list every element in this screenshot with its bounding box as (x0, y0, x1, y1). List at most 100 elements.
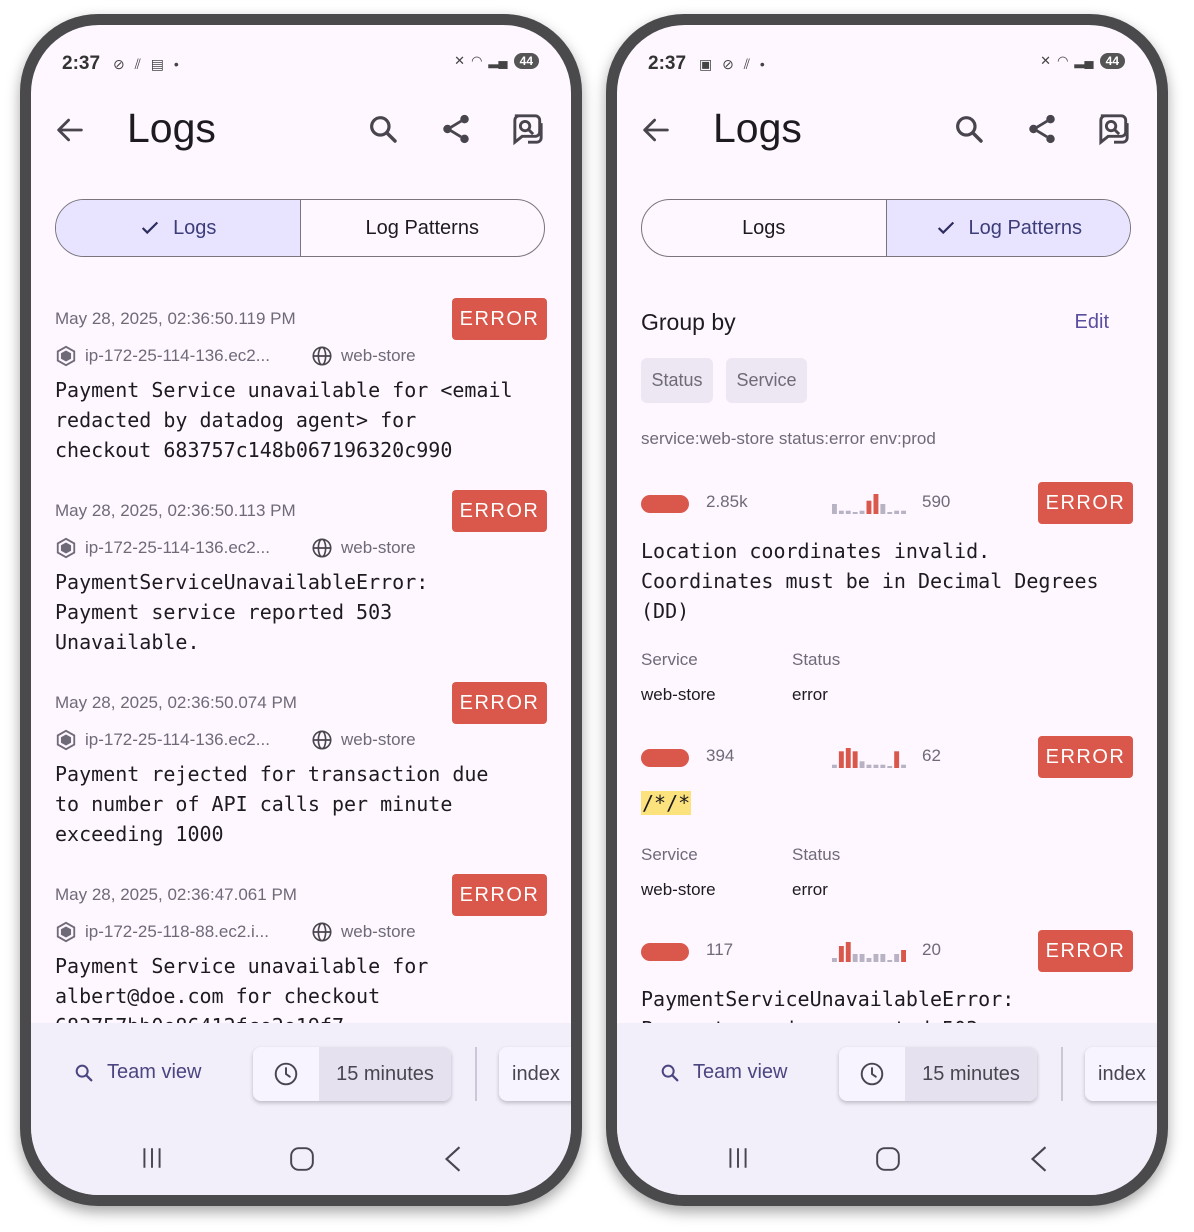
screen-logs: 2:37 ⊘ ⫽ ▤ • ✕ ◠ ▂▄ 44 Logs Logs Log Pat… (31, 25, 571, 1195)
nav-back-icon[interactable] (1029, 1145, 1049, 1173)
tab-logs[interactable]: Logs (56, 200, 300, 256)
log-entry[interactable]: May 28, 2025, 02:36:50.119 PM ERROR ip-1… (55, 297, 547, 489)
spark-bar (873, 764, 879, 768)
edit-group-by-button[interactable]: Edit (1075, 311, 1109, 334)
group-by-label: Group by (641, 309, 736, 335)
pattern-header: 2.85k 590 ERROR (641, 482, 1133, 526)
status-bar: 2:37 ⊘ ⫽ ▤ • ✕ ◠ ▂▄ 44 (31, 49, 571, 83)
tab-log-patterns[interactable]: Log Patterns (885, 200, 1130, 256)
status-badge: ERROR (452, 490, 547, 532)
search-icon[interactable] (953, 113, 985, 145)
feedback-icon[interactable] (1095, 111, 1133, 147)
log-host: ip-172-25-114-136.ec2... (85, 346, 270, 365)
index-chip[interactable]: index (1085, 1047, 1157, 1101)
spark-bar (894, 510, 900, 514)
status-badge: ERROR (1038, 930, 1133, 972)
bottom-toolbar: Team view 15 minutes index (617, 1023, 1157, 1195)
host-icon (56, 921, 76, 943)
status-badge: ERROR (1038, 482, 1133, 524)
pattern-count: 394 (706, 746, 735, 765)
home-icon[interactable] (875, 1146, 901, 1172)
feedback-icon[interactable] (509, 111, 547, 147)
time-range-label[interactable]: 15 minutes (905, 1047, 1037, 1101)
log-host: ip-172-25-114-136.ec2... (85, 730, 270, 749)
attr-service-value: web-store (641, 685, 716, 704)
pattern-item[interactable]: 394 62 ERROR /*/* Service Status web-sto… (641, 736, 1133, 926)
log-message: PaymentServiceUnavailableError: Payment … (55, 570, 429, 654)
spark-bar (832, 504, 837, 514)
view-toggle: Logs Log Patterns (641, 199, 1131, 257)
share-icon[interactable] (439, 111, 473, 147)
phone-frame-left: 2:37 ⊘ ⫽ ▤ • ✕ ◠ ▂▄ 44 Logs Logs Log Pat… (20, 14, 582, 1206)
log-timestamp: May 28, 2025, 02:36:50.074 PM (55, 693, 297, 712)
spark-bar (859, 954, 865, 962)
log-entry[interactable]: May 28, 2025, 02:36:50.113 PM ERROR ip-1… (55, 489, 547, 681)
toolbar-divider (475, 1047, 477, 1101)
group-chip-service[interactable]: Service (726, 358, 807, 403)
check-icon (937, 221, 954, 235)
pattern-message: Location coordinates invalid. Coordinate… (641, 539, 1099, 623)
team-view-label: Team view (693, 1061, 788, 1083)
toolbar-divider (1061, 1047, 1063, 1101)
clock-button[interactable] (839, 1047, 905, 1101)
clock-button[interactable] (253, 1047, 319, 1101)
search-icon[interactable] (367, 113, 399, 145)
attr-status-value: error (792, 685, 828, 704)
globe-icon (312, 346, 332, 366)
back-arrow-icon[interactable] (639, 113, 673, 147)
pattern-count: 117 (706, 940, 734, 959)
team-view-button[interactable]: Team view (659, 1061, 787, 1084)
spark-bar (873, 954, 879, 962)
pattern-count: 2.85k (706, 492, 748, 511)
query-text: service:web-store status:error env:prod (641, 429, 936, 448)
status-badge: ERROR (452, 298, 547, 340)
sparkline (832, 494, 906, 514)
host-icon (56, 729, 76, 751)
spark-bar (838, 751, 844, 768)
screen-log-patterns: 2:37 ▣ ⊘ ⫽ • ✕ ◠ ▂▄ 44 Logs Logs Log Pat… (617, 25, 1157, 1195)
time-range-chip[interactable]: 15 minutes (839, 1047, 1037, 1101)
recents-icon[interactable] (725, 1145, 751, 1171)
share-icon[interactable] (1025, 111, 1059, 147)
system-icons: ✕ ◠ ▂▄ 44 (1040, 53, 1125, 69)
tab-logs[interactable]: Logs (642, 200, 886, 256)
nav-back-icon[interactable] (443, 1145, 463, 1173)
bottom-toolbar: Team view 15 minutes index (31, 1023, 571, 1195)
spark-bar (845, 748, 851, 768)
search-icon (661, 1064, 679, 1081)
host-icon (56, 537, 76, 559)
spark-bar (866, 764, 872, 768)
index-chip[interactable]: index (499, 1047, 571, 1101)
pattern-item[interactable]: 2.85k 590 ERROR Location coordinates inv… (641, 482, 1133, 722)
log-message: Payment rejected for transaction due to … (55, 762, 489, 846)
log-message: Payment Service unavailable for <email r… (55, 378, 513, 462)
notification-icons: ⊘ ⫽ ▤ • (113, 56, 182, 72)
team-view-button[interactable]: Team view (73, 1061, 201, 1084)
globe-icon (312, 538, 332, 558)
back-arrow-icon[interactable] (53, 113, 87, 147)
log-entry[interactable]: May 28, 2025, 02:36:50.074 PM ERROR ip-1… (55, 681, 547, 873)
status-badge: ERROR (1038, 736, 1133, 778)
attr-service-label: Service (641, 650, 698, 669)
group-chip-status[interactable]: Status (641, 358, 713, 403)
tab-log-patterns-label: Log Patterns (968, 216, 1082, 239)
home-icon[interactable] (289, 1146, 315, 1172)
spark-bar (852, 512, 858, 514)
attr-status-label: Status (792, 650, 841, 669)
tab-log-patterns[interactable]: Log Patterns (299, 200, 545, 256)
recents-icon[interactable] (139, 1145, 165, 1171)
pattern-recent-count: 590 (922, 492, 951, 511)
globe-icon (312, 730, 332, 750)
spark-bar (838, 946, 844, 962)
notification-icons: ▣ ⊘ ⫽ • (699, 56, 768, 72)
wifi-icon: ◠ (471, 53, 483, 68)
sparkline (832, 942, 906, 962)
time-range-chip[interactable]: 15 minutes (253, 1047, 451, 1101)
team-view-label: Team view (107, 1061, 202, 1083)
time-range-label[interactable]: 15 minutes (319, 1047, 451, 1101)
tab-logs-label: Logs (173, 216, 217, 239)
spark-bar (852, 751, 858, 768)
system-icons: ✕ ◠ ▂▄ 44 (454, 53, 539, 69)
spark-bar (859, 510, 865, 514)
log-meta: ip-172-25-114-136.ec2... web-store (55, 345, 416, 367)
